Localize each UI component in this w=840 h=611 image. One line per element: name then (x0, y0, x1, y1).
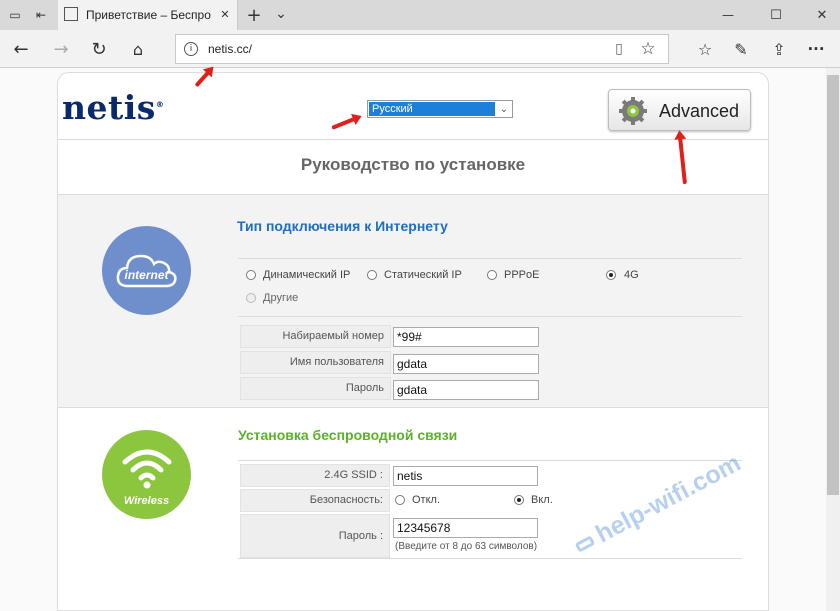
username-input[interactable]: gdata (393, 354, 539, 374)
home-icon[interactable]: ⌂ (127, 38, 149, 60)
radio-security-on-label: Вкл. (531, 494, 553, 506)
advanced-button[interactable]: Advanced (608, 89, 751, 131)
radio-dynamic-ip[interactable] (246, 270, 256, 280)
minimize-icon[interactable]: — (718, 5, 738, 25)
favorite-star-icon[interactable]: ☆ (638, 39, 658, 59)
wifi-icon (122, 449, 172, 489)
favorites-hub-icon[interactable]: ☆ (694, 38, 716, 60)
password-hint: (Введите от 8 до 63 символов) (395, 541, 538, 552)
tab-close-icon[interactable]: ✕ (218, 7, 232, 21)
gear-icon (619, 97, 647, 125)
radio-static-ip-label: Статический IP (384, 269, 462, 281)
internet-section-title: Тип подключения к Интернету (237, 218, 448, 234)
radio-pppoe[interactable] (487, 270, 497, 280)
tab-actions-icon[interactable]: ▭ (6, 6, 24, 24)
reading-view-icon[interactable]: ▯ (610, 40, 628, 58)
more-menu-icon[interactable]: ··· (804, 38, 828, 60)
logo-text: netis (62, 88, 156, 127)
radio-4g-label: 4G (624, 269, 639, 281)
scrollbar-thumb[interactable] (827, 75, 839, 495)
password-4g-input[interactable]: gdata (393, 380, 539, 400)
dial-number-label: Набираемый номер (240, 325, 391, 348)
tab-title: Приветствие – Беспро (86, 8, 211, 22)
browser-tab[interactable]: Приветствие – Беспро ✕ (58, 0, 238, 30)
radio-security-off-label: Откл. (412, 494, 441, 506)
radio-static-ip[interactable] (367, 270, 377, 280)
radio-dynamic-ip-label: Динамический IP (263, 269, 351, 281)
internet-circle: internet (102, 226, 191, 315)
language-selected: Русский (369, 102, 495, 116)
wireless-icon-text: Wireless (123, 495, 170, 507)
wifi-password-input[interactable]: 12345678 (393, 518, 538, 538)
address-bar[interactable]: i netis.cc/ ▯ ☆ (175, 34, 669, 64)
internet-icon-text: internet (124, 268, 169, 282)
advanced-label: Advanced (659, 101, 740, 121)
url-text[interactable]: netis.cc/ (208, 42, 252, 56)
refresh-icon[interactable]: ↻ (88, 38, 110, 60)
wireless-section-title: Установка беспроводной связи (238, 427, 458, 443)
back-icon[interactable]: ← (10, 38, 32, 60)
radio-pppoe-label: PPPoE (504, 269, 540, 281)
router-watermark-icon (574, 535, 596, 554)
radio-other-label: Другие (263, 292, 299, 304)
dial-number-input[interactable]: *99# (393, 327, 539, 347)
wireless-circle: Wireless (102, 430, 191, 519)
page-title: Руководство по установке (300, 155, 526, 174)
page-icon (64, 7, 78, 21)
ssid-input[interactable]: netis (393, 466, 538, 486)
security-label: Безопасность: (240, 489, 390, 512)
set-aside-tabs-icon[interactable]: ⇤ (32, 6, 50, 24)
logo-registered-mark: ® (155, 100, 165, 109)
maximize-icon[interactable]: ☐ (766, 5, 786, 25)
username-label: Имя пользователя (240, 351, 391, 374)
radio-other[interactable] (246, 293, 256, 303)
radio-security-off[interactable] (395, 495, 405, 505)
ssid-label: 2.4G SSID : (240, 464, 390, 487)
web-note-icon[interactable]: ✎ (730, 38, 752, 60)
share-icon[interactable]: ⇪ (768, 38, 790, 60)
netis-logo: netis® (62, 88, 164, 127)
radio-4g[interactable] (606, 270, 616, 280)
wifi-password-label: Пароль : (240, 514, 390, 558)
tab-list-icon[interactable]: ⌄ (272, 5, 290, 23)
language-select[interactable]: Русский ⌄ (367, 100, 513, 118)
close-window-icon[interactable]: ✕ (812, 5, 832, 25)
forward-icon[interactable]: → (50, 38, 72, 60)
new-tab-icon[interactable]: + (244, 5, 264, 26)
radio-security-on[interactable] (514, 495, 524, 505)
password-4g-label: Пароль (240, 377, 391, 400)
chevron-down-icon: ⌄ (499, 103, 509, 115)
site-info-icon[interactable]: i (184, 42, 198, 56)
